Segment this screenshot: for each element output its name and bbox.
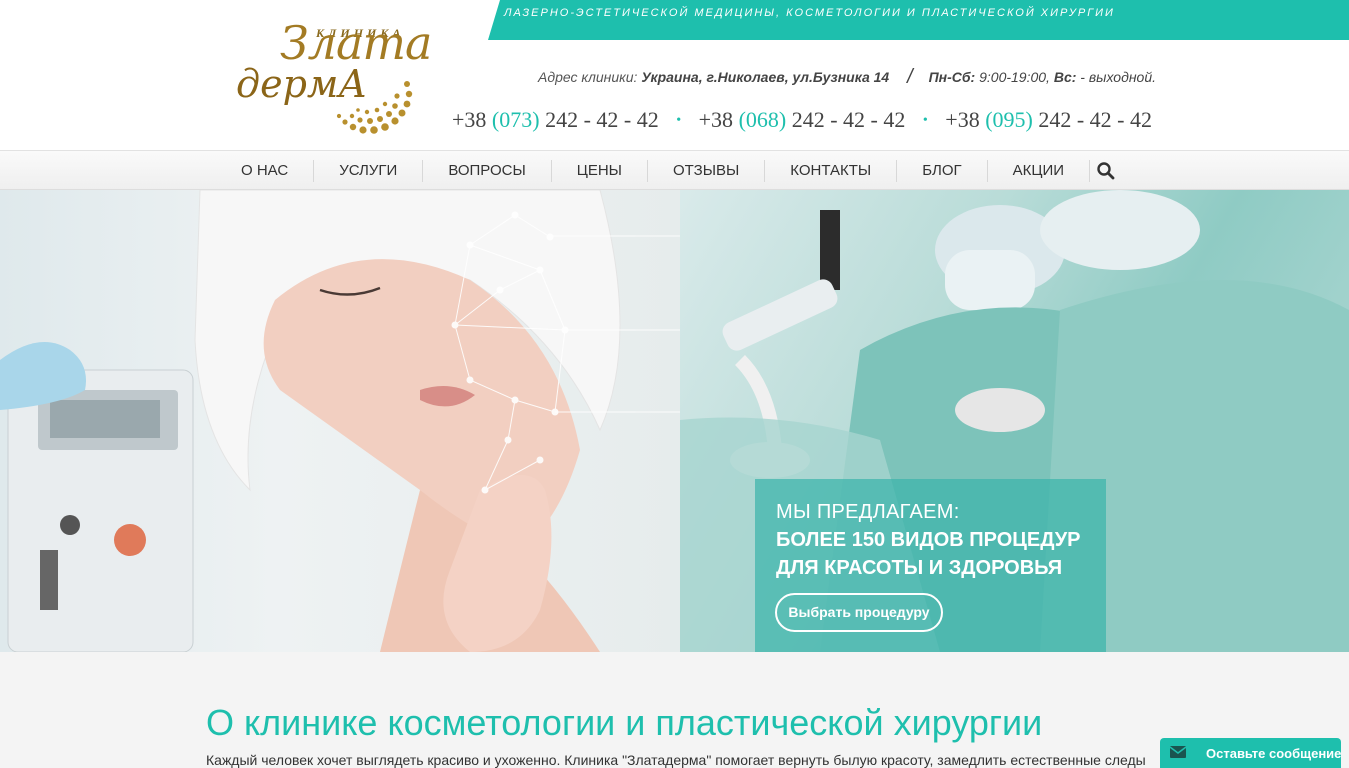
address-label: Адрес клиники: [538,69,638,85]
offer-line-2: ДЛЯ КРАСОТЫ И ЗДОРОВЬЯ [776,557,1063,579]
phone-number[interactable]: +38 (095) 242 - 42 - 42 [945,107,1152,132]
tagline-text: ЛАЗЕРНО-ЭСТЕТИЧЕСКОЙ МЕДИЦИНЫ, КОСМЕТОЛО… [504,7,1115,19]
nav-item-reviews[interactable]: ОТЗЫВЫ [648,160,766,182]
site-header: КЛИНИКА Злата дермА ЛАЗЕРНО-ЭСТЕТИЧЕСКОЙ… [0,0,1349,150]
address-value: Украина, г.Николаев, ул.Бузника 14 [641,69,890,85]
phone-code: (073) [491,107,540,132]
phone-digits: 242 - 42 - 42 [791,107,906,132]
about-section: О клинике косметологии и пластической хи… [0,652,1349,768]
search-icon[interactable] [1096,161,1116,181]
phone-digits: 242 - 42 - 42 [1038,107,1153,132]
envelope-icon [1170,746,1186,758]
about-title: О клинике косметологии и пластической хи… [206,702,1043,743]
hero-banner: МЫ ПРЕДЛАГАЕМ: БОЛЕЕ 150 ВИДОВ ПРОЦЕДУР … [0,190,1349,652]
leave-message-label: Оставьте сообщение [1206,746,1342,761]
choose-procedure-button[interactable]: Выбрать процедуру [775,593,943,632]
nav-item-services[interactable]: УСЛУГИ [314,160,424,182]
phone-separator: • [676,113,682,128]
nav-item-contacts[interactable]: КОНТАКТЫ [765,160,898,182]
address-separator: / [907,66,913,88]
phone-code: (068) [738,107,787,132]
phone-prefix: +38 [452,107,487,132]
phone-number[interactable]: +38 (073) 242 - 42 - 42 [452,107,659,132]
phone-separator: • [922,113,928,128]
hero-image-cosmetology [0,190,755,652]
offer-heading: МЫ ПРЕДЛАГАЕМ: [776,501,960,523]
about-text: Каждый человек хочет выглядеть красиво и… [206,752,1146,768]
nav-item-blog[interactable]: БЛОГ [897,160,988,182]
phone-prefix: +38 [945,107,980,132]
hero-cosmetology-illustration [0,190,755,652]
main-nav: О НАС УСЛУГИ ВОПРОСЫ ЦЕНЫ ОТЗЫВЫ КОНТАКТ… [0,150,1349,190]
hours-label: Пн-Сб: [928,69,976,85]
phone-code: (095) [985,107,1033,132]
sunday-label: Вс: [1053,69,1077,85]
nav-item-questions[interactable]: ВОПРОСЫ [423,160,552,182]
phone-list: +38 (073) 242 - 42 - 42 • +38 (068) 242 … [452,107,1152,133]
nav-item-about[interactable]: О НАС [216,160,315,182]
phone-digits: 242 - 42 - 42 [545,107,659,132]
phone-prefix: +38 [698,107,734,132]
leave-message-button[interactable]: Оставьте сообщение [1160,738,1341,768]
clinic-logo[interactable]: КЛИНИКА Злата дермА [232,16,432,138]
logo-dots-ornament [336,81,413,134]
nav-item-prices[interactable]: ЦЕНЫ [552,160,648,182]
address-line: Адрес клиники: Украина, г.Николаев, ул.Б… [538,65,1156,88]
offer-line-1: БОЛЕЕ 150 ВИДОВ ПРОЦЕДУР [776,529,1081,551]
phone-number[interactable]: +38 (068) 242 - 42 - 42 [699,107,906,132]
hours-value: 9:00-19:00, [979,69,1050,85]
nav-item-promotions[interactable]: АКЦИИ [988,160,1091,182]
sunday-value: - выходной. [1080,69,1156,85]
tagline-bar: ЛАЗЕРНО-ЭСТЕТИЧЕСКОЙ МЕДИЦИНЫ, КОСМЕТОЛО… [488,0,1349,40]
offer-panel: МЫ ПРЕДЛАГАЕМ: БОЛЕЕ 150 ВИДОВ ПРОЦЕДУР … [755,479,1106,652]
